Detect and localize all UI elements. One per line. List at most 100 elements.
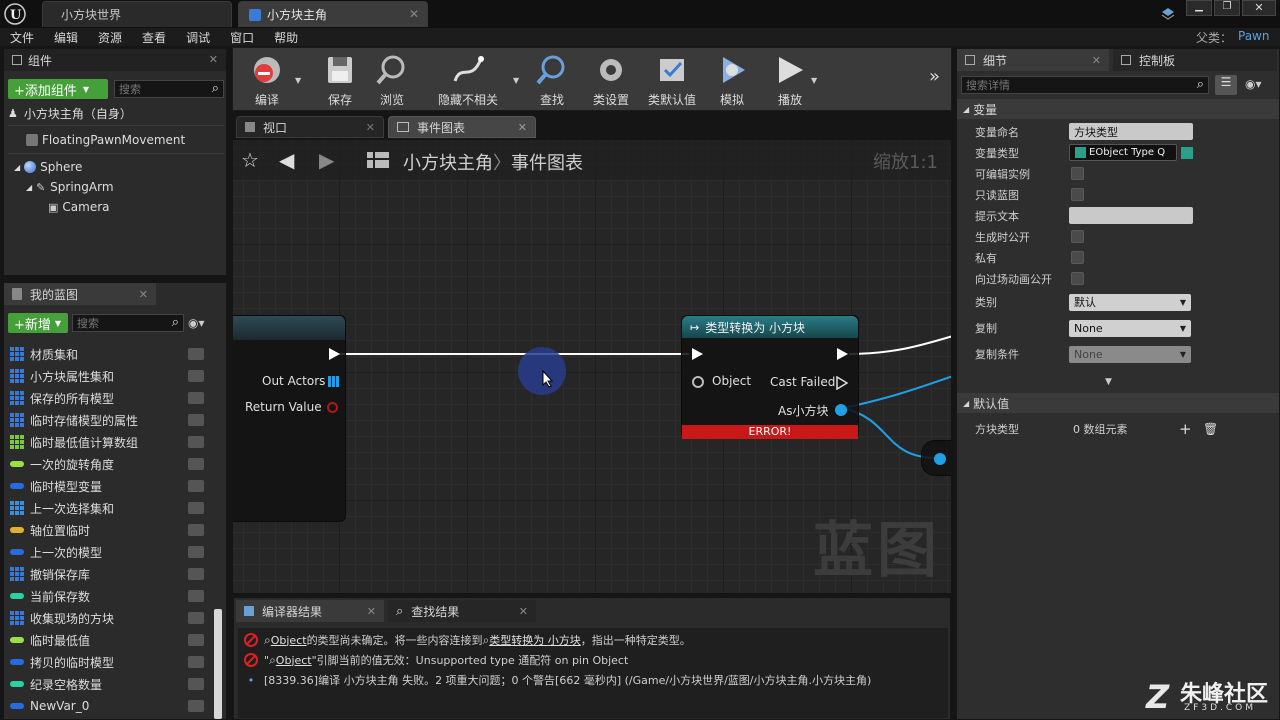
visibility-toggle-icon[interactable] xyxy=(188,414,204,426)
variable-item[interactable]: 收集现场的方块 xyxy=(10,607,210,629)
variable-item[interactable]: 拷贝的临时模型 xyxy=(10,651,210,673)
menu-edit[interactable]: 编辑 xyxy=(44,29,88,46)
component-self[interactable]: ♟ 小方块主角（自身） xyxy=(8,103,224,123)
component-search-input[interactable]: 搜索 ⌕ xyxy=(114,80,224,98)
private-checkbox[interactable] xyxy=(1071,251,1084,264)
expand-more-icon[interactable]: ▼ xyxy=(1105,377,1112,387)
notification-icon[interactable] xyxy=(1160,6,1176,22)
visibility-toggle-icon[interactable] xyxy=(188,480,204,492)
default-section-header[interactable]: ◢ 默认值 xyxy=(957,393,1279,413)
unreal-logo-icon[interactable]: U xyxy=(4,3,26,25)
details-tab[interactable]: 细节 ✕ xyxy=(957,49,1109,71)
toolbar-class-defaults-button[interactable]: 类默认值 xyxy=(643,50,701,108)
visibility-toggle-icon[interactable] xyxy=(188,348,204,360)
add-element-icon[interactable]: + xyxy=(1179,420,1192,438)
log-error-1[interactable]: ⌕ Object 的类型尚未确定。将一些内容连接到 ⌕ 类型转换为 小方块 ，指… xyxy=(244,630,942,650)
close-icon[interactable]: ✕ xyxy=(518,121,527,134)
visibility-toggle-icon[interactable] xyxy=(188,634,204,646)
get-actors-node[interactable]: Out Actors Return Value xyxy=(233,315,346,522)
expose-spawn-checkbox[interactable] xyxy=(1071,230,1084,243)
compiler-results-tab[interactable]: 编译器结果 ✕ xyxy=(236,600,384,622)
toolbar-save-button[interactable]: 保存 xyxy=(319,50,361,108)
variable-item[interactable]: 一次的旋转角度 xyxy=(10,453,210,475)
variable-item[interactable]: 小方块属性集和 xyxy=(10,365,210,387)
editor-tab-event-graph[interactable]: 事件图表 ✕ xyxy=(388,116,536,138)
partial-node-pin[interactable] xyxy=(934,453,946,465)
my-blueprint-tab[interactable]: 我的蓝图 ✕ xyxy=(4,283,156,305)
visibility-toggle-icon[interactable] xyxy=(188,590,204,602)
log-object-link[interactable]: Object xyxy=(276,654,312,667)
close-icon[interactable]: ✕ xyxy=(139,288,148,301)
variable-item[interactable]: NewVar_0 xyxy=(10,695,210,717)
expand-arrow-icon[interactable]: ◢ xyxy=(26,183,32,192)
menu-debug[interactable]: 调试 xyxy=(176,29,220,46)
expand-arrow-icon[interactable]: ◢ xyxy=(14,163,20,172)
out-actors-array-pin[interactable] xyxy=(328,376,339,387)
menu-window[interactable]: 窗口 xyxy=(220,29,264,46)
editable-checkbox[interactable] xyxy=(1071,167,1084,180)
chevron-down-icon[interactable]: ▼ xyxy=(295,76,301,85)
toolbar-class-settings-button[interactable]: 类设置 xyxy=(585,50,637,108)
exec-out-pin[interactable] xyxy=(329,348,340,360)
visibility-toggle-icon[interactable] xyxy=(188,656,204,668)
parent-class-link[interactable]: Pawn xyxy=(1238,29,1269,43)
visibility-toggle-icon[interactable] xyxy=(188,700,204,712)
variable-item[interactable]: 上一次选择集和 xyxy=(10,497,210,519)
menu-view[interactable]: 查看 xyxy=(132,29,176,46)
toolbar-hide-unrelated-button[interactable]: 隐藏不相关 xyxy=(423,50,513,108)
variable-item[interactable]: 当前保存数 xyxy=(10,585,210,607)
variable-item[interactable]: 撤销保存库 xyxy=(10,563,210,585)
variable-item[interactable]: 上一次的模型 xyxy=(10,541,210,563)
toolbar-simulate-button[interactable]: 模拟 xyxy=(709,50,755,108)
visibility-eye-icon[interactable]: ◉▾ xyxy=(188,316,205,330)
visibility-toggle-icon[interactable] xyxy=(188,436,204,448)
component-floating-movement[interactable]: FloatingPawnMovement xyxy=(26,130,185,150)
menu-asset[interactable]: 资源 xyxy=(88,29,132,46)
variable-item[interactable]: 轴位置临时 xyxy=(10,519,210,541)
blueprint-search-input[interactable]: 搜索 ⌕ xyxy=(72,314,184,332)
visibility-toggle-icon[interactable] xyxy=(188,502,204,514)
as-output-pin[interactable] xyxy=(835,404,847,416)
details-search-input[interactable]: 搜索详情 ⌕ xyxy=(961,76,1209,94)
trash-icon[interactable]: 🗑 xyxy=(1203,422,1218,436)
category-dropdown[interactable]: 默认 xyxy=(1069,293,1191,311)
chevron-down-icon[interactable]: ▼ xyxy=(513,76,519,85)
return-value-pin[interactable] xyxy=(327,402,338,413)
window-close-button[interactable]: ✕ xyxy=(1242,0,1276,16)
cast-node[interactable]: ↦ 类型转换为 小方块 Object Cast Failed As小方块 ERR… xyxy=(681,315,859,439)
event-graph-canvas[interactable]: ☆ ◀ ▶ 小方块主角 〉 事件图表 缩放1:1 蓝图 Out Actors R… xyxy=(233,140,951,593)
visibility-toggle-icon[interactable] xyxy=(188,678,204,690)
close-icon[interactable]: ✕ xyxy=(1092,54,1101,67)
readonly-checkbox[interactable] xyxy=(1071,188,1084,201)
object-input-pin[interactable] xyxy=(692,376,704,388)
cast-exec-in-pin[interactable] xyxy=(692,348,703,360)
partial-node[interactable] xyxy=(921,440,951,476)
visibility-toggle-icon[interactable] xyxy=(188,370,204,382)
toolbar-find-button[interactable]: 查找 xyxy=(529,50,575,108)
replication-dropdown[interactable]: None xyxy=(1069,319,1191,337)
variable-item[interactable]: 临时最低值 xyxy=(10,629,210,651)
chevron-down-icon[interactable]: ▼ xyxy=(811,76,817,85)
variable-section-header[interactable]: ◢ 变量 xyxy=(957,99,1279,119)
tab-world[interactable]: 小方块世界 xyxy=(42,1,232,27)
cast-failed-pin[interactable] xyxy=(836,375,849,391)
add-component-button[interactable]: +添加组件 ▼ xyxy=(8,79,108,99)
component-springarm[interactable]: ◢ ✎ SpringArm xyxy=(26,177,114,197)
toolbar-browse-button[interactable]: 浏览 xyxy=(369,50,415,108)
palette-tab[interactable]: 控制板 xyxy=(1113,49,1277,71)
toolbar-compile-button[interactable]: 编译 xyxy=(239,50,295,108)
menu-file[interactable]: 文件 xyxy=(0,29,44,46)
visibility-toggle-icon[interactable] xyxy=(188,546,204,558)
variable-item[interactable]: 临时存储模型的属性 xyxy=(10,409,210,431)
close-icon[interactable]: ✕ xyxy=(366,121,375,134)
close-icon[interactable]: ✕ xyxy=(209,53,218,66)
editor-tab-viewport[interactable]: 视口 ✕ xyxy=(236,116,384,138)
variable-item[interactable]: 纪录空格数量 xyxy=(10,673,210,695)
find-results-tab[interactable]: ⌕ 查找结果 ✕ xyxy=(388,600,536,622)
log-info[interactable]: • [8339.36]编译 小方块主角 失败。2 项重大问题；0 个警告[662… xyxy=(244,670,942,690)
variable-item[interactable]: 保存的所有模型 xyxy=(10,387,210,409)
add-new-button[interactable]: +新增 ▼ xyxy=(8,313,68,333)
visibility-toggle-icon[interactable] xyxy=(188,568,204,580)
close-icon[interactable]: ✕ xyxy=(519,605,528,618)
cast-exec-out-pin[interactable] xyxy=(837,348,848,360)
